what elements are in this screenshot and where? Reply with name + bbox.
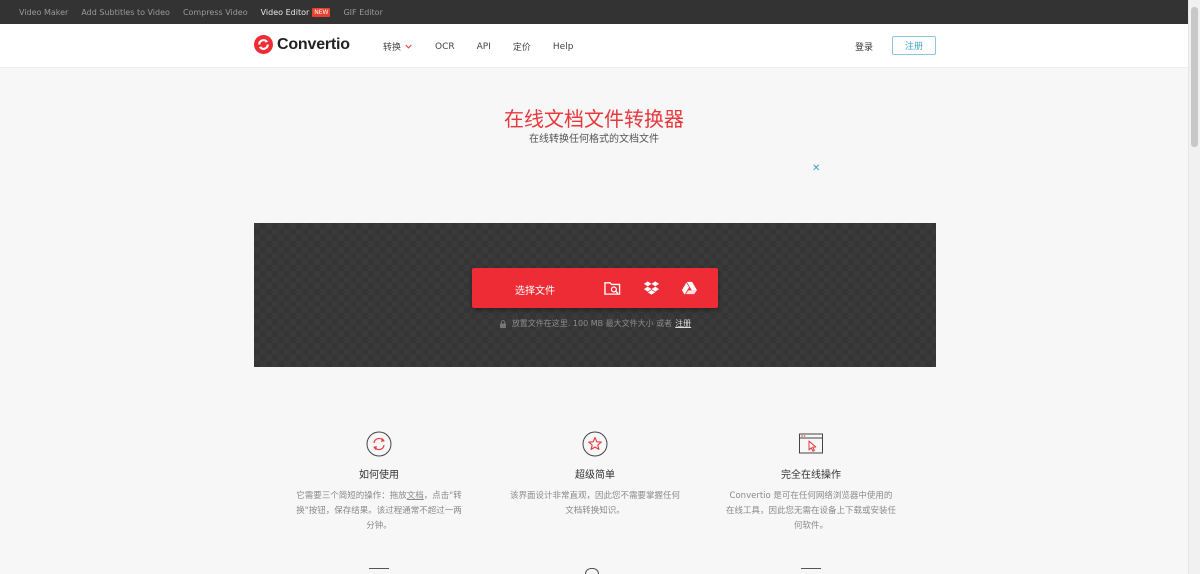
feature-description-link[interactable]: 文档 <box>407 491 424 501</box>
feature-online: 完全在线操作 Convertio 是可在任何网络浏览器中使用的在线工具，因此您无… <box>686 431 936 534</box>
choose-files-label: 选择文件 <box>515 286 555 297</box>
nav-help[interactable]: Help <box>553 42 574 52</box>
logo[interactable]: Convertio <box>254 35 350 54</box>
chevron-down-icon <box>405 44 412 49</box>
topbar-link-add-subtitles[interactable]: Add Subtitles to Video <box>81 8 170 17</box>
new-badge: NEW <box>312 7 331 17</box>
dropbox-icon[interactable] <box>643 280 660 296</box>
feature-description: 该界面设计非常直观，因此您不需要掌握任何文档转换知识。 <box>510 491 681 516</box>
scrollbar-thumb[interactable] <box>1191 7 1198 147</box>
next-feature-icon-peek <box>369 568 389 574</box>
topbar-link-video-editor[interactable]: Video Editor NEW <box>260 7 331 17</box>
feature-how-to: 如何使用 它需要三个简短的操作：拖放文档，点击"转换"按钮，保存结果。该过程通常… <box>254 431 504 534</box>
dropzone-register-link[interactable]: 注册 <box>675 318 691 329</box>
nav-api[interactable]: API <box>477 42 491 52</box>
top-product-bar: Video Maker Add Subtitles to Video Compr… <box>0 0 1188 24</box>
page-scrollbar[interactable] <box>1188 0 1200 574</box>
convertio-logo-icon <box>254 35 273 54</box>
page-title: 在线文档文件转换器 <box>504 107 684 131</box>
topbar-link-video-editor-label: Video Editor <box>260 7 310 17</box>
feature-title: 完全在线操作 <box>781 470 841 481</box>
nav-ocr[interactable]: OCR <box>435 42 455 52</box>
lock-icon <box>499 319 506 328</box>
feature-title: 如何使用 <box>359 470 399 481</box>
google-drive-icon[interactable] <box>681 280 698 296</box>
folder-search-icon[interactable] <box>604 280 621 296</box>
choose-files-button[interactable]: 选择文件 <box>472 268 718 308</box>
nav-convert-label: 转换 <box>383 43 402 53</box>
logo-text: Convertio <box>277 35 350 53</box>
next-feature-icon-peek <box>585 568 599 574</box>
site-header: Convertio 转换 OCR API 定价 Help 登录 注册 <box>0 24 1188 68</box>
nav-pricing[interactable]: 定价 <box>513 40 531 53</box>
topbar-link-gif-editor[interactable]: GIF Editor <box>343 8 382 17</box>
signup-button[interactable]: 注册 <box>892 36 936 55</box>
feature-description: Convertio 是可在任何网络浏览器中使用的在线工具，因此您无需在设备上下载… <box>726 491 897 531</box>
feature-description: 它需要三个简短的操作：拖放文档，点击"转换"按钮，保存结果。该过程通常不超过一两… <box>294 489 464 534</box>
star-icon <box>582 431 608 457</box>
page-subtitle: 在线转换任何格式的文档文件 <box>529 134 659 145</box>
feature-description-start: 它需要三个简短的操作：拖放 <box>296 491 407 501</box>
dropzone-note-text: 放置文件在这里. 100 MB 最大文件大小 或者 <box>511 319 673 328</box>
nav-convert[interactable]: 转换 <box>383 40 413 53</box>
main-nav: 转换 OCR API 定价 Help <box>383 40 595 54</box>
feature-simple: 超级简单 该界面设计非常直观，因此您不需要掌握任何文档转换知识。 <box>470 431 720 519</box>
dropzone-note: 放置文件在这里. 100 MB 最大文件大小 或者 注册 <box>254 318 936 329</box>
ad-close-icon[interactable]: ✕ <box>812 163 820 174</box>
cursor-window-icon <box>799 433 823 454</box>
next-feature-icon-peek <box>801 568 821 574</box>
file-dropzone[interactable]: 选择文件 放置文件在这里. 100 MB 最大文件大小 或者 注册 <box>254 223 936 367</box>
topbar-link-video-maker[interactable]: Video Maker <box>19 8 68 17</box>
topbar-link-compress-video[interactable]: Compress Video <box>183 8 248 17</box>
feature-title: 超级简单 <box>575 470 615 481</box>
sync-icon <box>366 431 392 457</box>
login-link[interactable]: 登录 <box>855 40 873 53</box>
